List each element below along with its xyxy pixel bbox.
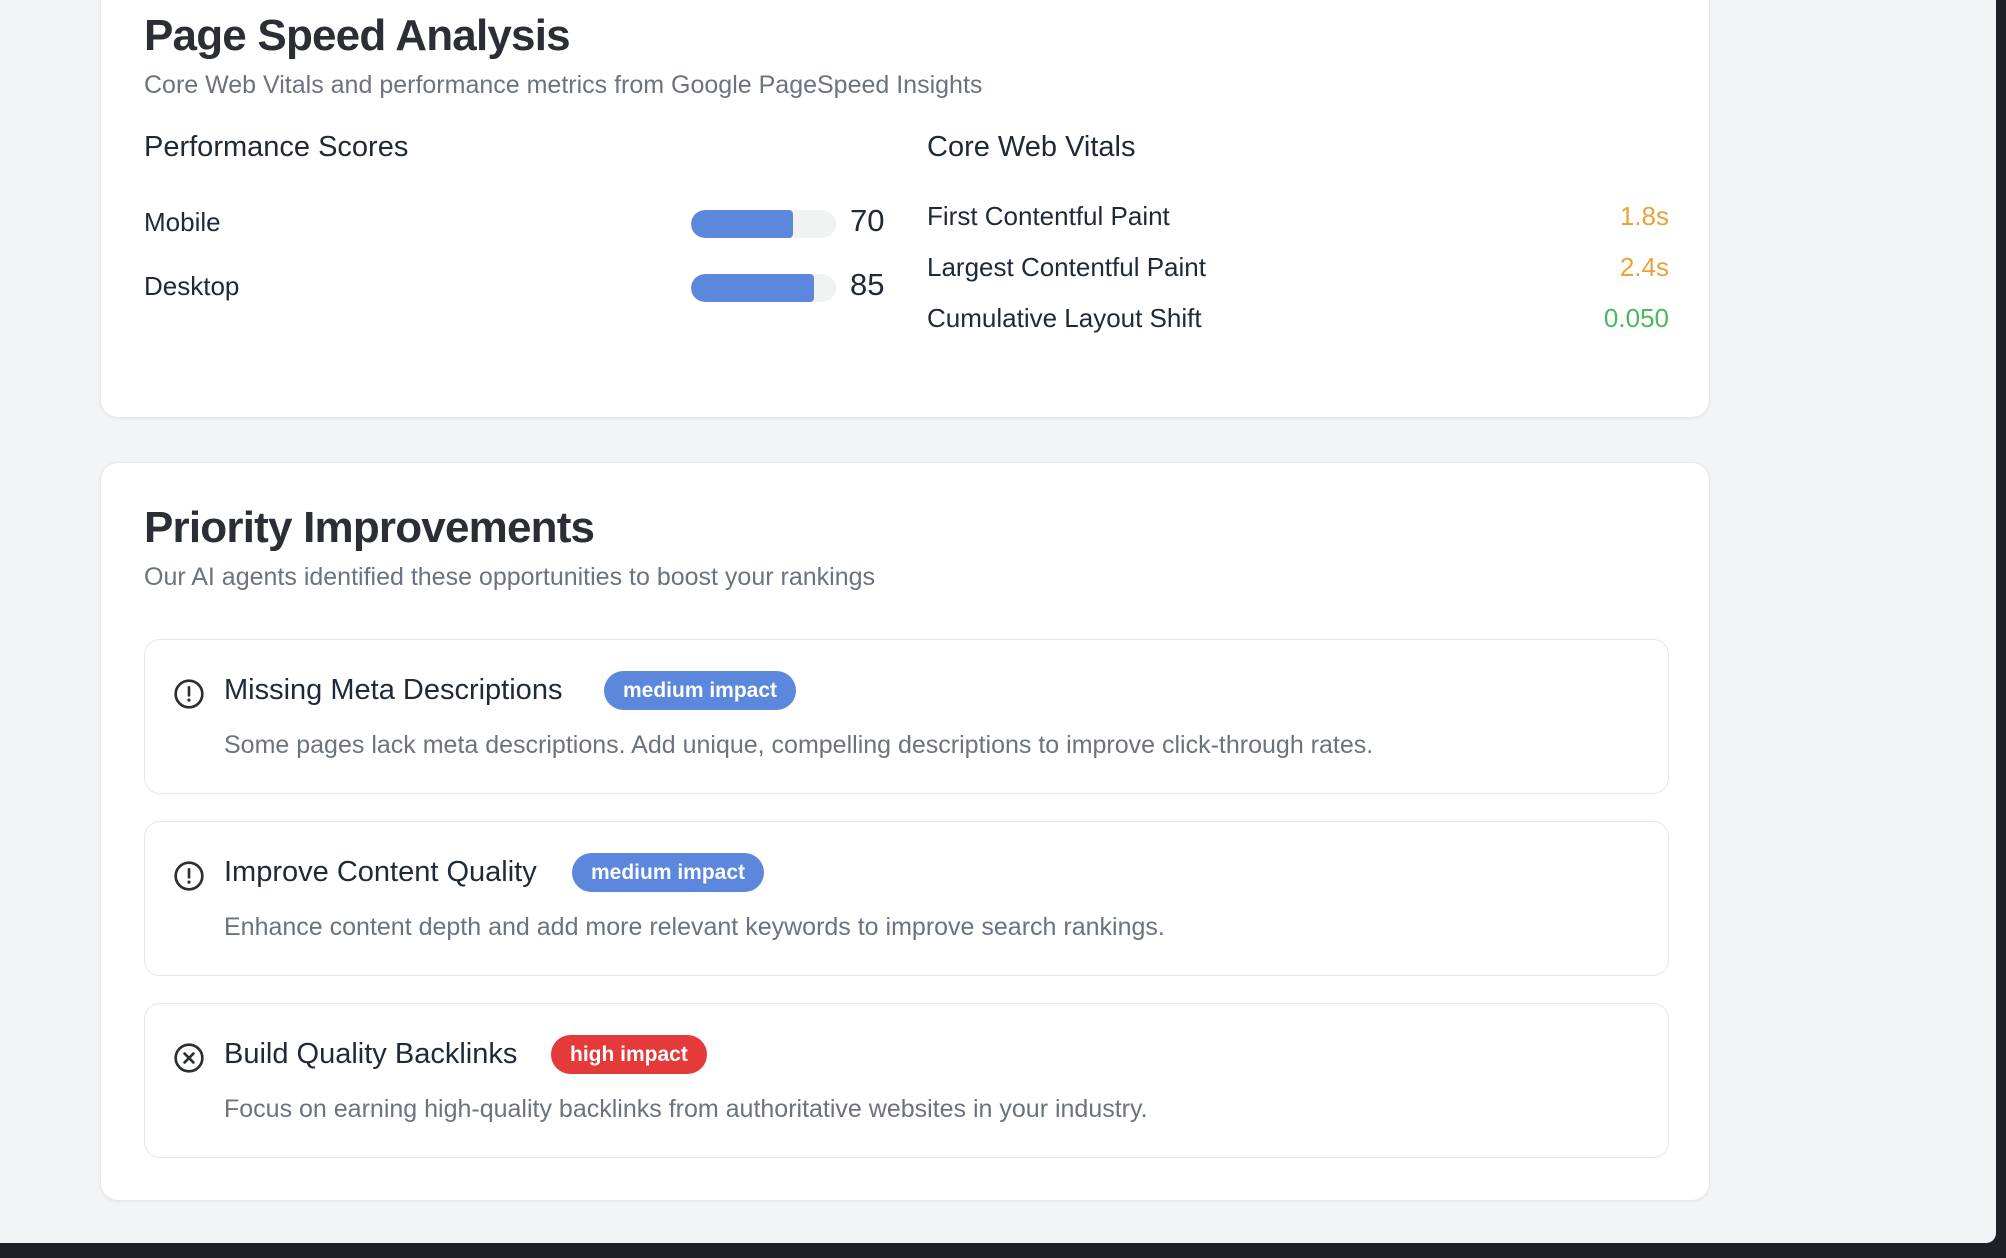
score-progress-bar	[691, 274, 836, 302]
improvement-description: Enhance content depth and add more relev…	[224, 913, 1165, 941]
vital-row-cls: Cumulative Layout Shift 0.050	[927, 301, 1669, 337]
alert-circle-icon	[174, 679, 204, 709]
performance-scores-title: Performance Scores	[144, 131, 409, 163]
impact-badge: medium impact	[572, 853, 765, 892]
core-web-vitals-title: Core Web Vitals	[927, 131, 1136, 163]
improvement-description: Some pages lack meta descriptions. Add u…	[224, 731, 1374, 759]
score-value: 85	[850, 267, 885, 302]
score-progress-fill	[691, 210, 793, 238]
vital-label: Largest Contentful Paint	[927, 252, 1206, 282]
impact-badge: medium impact	[604, 671, 797, 710]
score-label: Desktop	[144, 271, 240, 301]
impact-badge: high impact	[551, 1035, 707, 1074]
score-label: Mobile	[144, 207, 221, 237]
vital-label: Cumulative Layout Shift	[927, 303, 1202, 333]
score-row-desktop: Desktop 85	[144, 267, 884, 307]
improvement-description: Focus on earning high-quality backlinks …	[224, 1095, 1148, 1123]
improvement-item[interactable]: Improve Content Quality medium impact En…	[144, 821, 1669, 976]
vital-row-lcp: Largest Contentful Paint 2.4s	[927, 250, 1669, 286]
improvement-title: Improve Content Quality	[224, 856, 537, 888]
improvement-item[interactable]: Build Quality Backlinks high impact Focu…	[144, 1003, 1669, 1158]
improvement-item[interactable]: Missing Meta Descriptions medium impact …	[144, 639, 1669, 794]
score-progress-fill	[691, 274, 815, 302]
priority-improvements-title: Priority Improvements	[144, 503, 595, 552]
improvement-title: Missing Meta Descriptions	[224, 674, 563, 706]
vital-label: First Contentful Paint	[927, 201, 1170, 231]
x-circle-icon	[174, 1043, 204, 1073]
score-row-mobile: Mobile 70	[144, 203, 884, 243]
priority-improvements-card: Priority Improvements Our AI agents iden…	[100, 462, 1710, 1201]
vital-value: 2.4s	[1619, 252, 1669, 282]
vital-row-fcp: First Contentful Paint 1.8s	[927, 199, 1669, 235]
priority-improvements-subtitle: Our AI agents identified these opportuni…	[144, 563, 876, 591]
alert-circle-icon	[174, 861, 204, 891]
score-progress-bar	[691, 210, 836, 238]
page-background: Page Speed Analysis Core Web Vitals and …	[0, 0, 1996, 1243]
page-speed-title: Page Speed Analysis	[144, 11, 571, 60]
page-speed-subtitle: Core Web Vitals and performance metrics …	[144, 71, 983, 99]
page-speed-card: Page Speed Analysis Core Web Vitals and …	[100, 0, 1710, 418]
improvement-title: Build Quality Backlinks	[224, 1038, 518, 1070]
vital-value: 1.8s	[1619, 201, 1669, 231]
vital-value: 0.050	[1603, 303, 1669, 333]
score-value: 70	[850, 203, 885, 238]
